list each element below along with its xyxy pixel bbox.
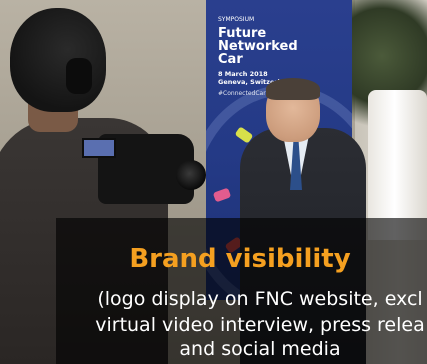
caption-title: Brand visibility: [129, 244, 351, 274]
caption-line: (logo display on FNC website, excl: [97, 288, 423, 310]
headphone-icon: [66, 58, 92, 94]
banner-date: 8 March 2018: [218, 70, 268, 78]
photo-frame: SYMPOSIUM Future Networked Car 8 March 2…: [0, 0, 427, 364]
camera-lens: [176, 160, 206, 190]
interviewee-hair: [266, 78, 320, 100]
camera-screen: [82, 138, 116, 158]
banner-hashtag: #ConnectedCar: [218, 90, 266, 97]
camera-operator-head: [10, 8, 106, 112]
banner-symposium-label: SYMPOSIUM: [218, 16, 255, 23]
banner-title-line: Car: [218, 52, 243, 67]
caption-line: and social media: [179, 338, 341, 360]
caption-line: virtual video interview, press relea: [95, 314, 425, 336]
